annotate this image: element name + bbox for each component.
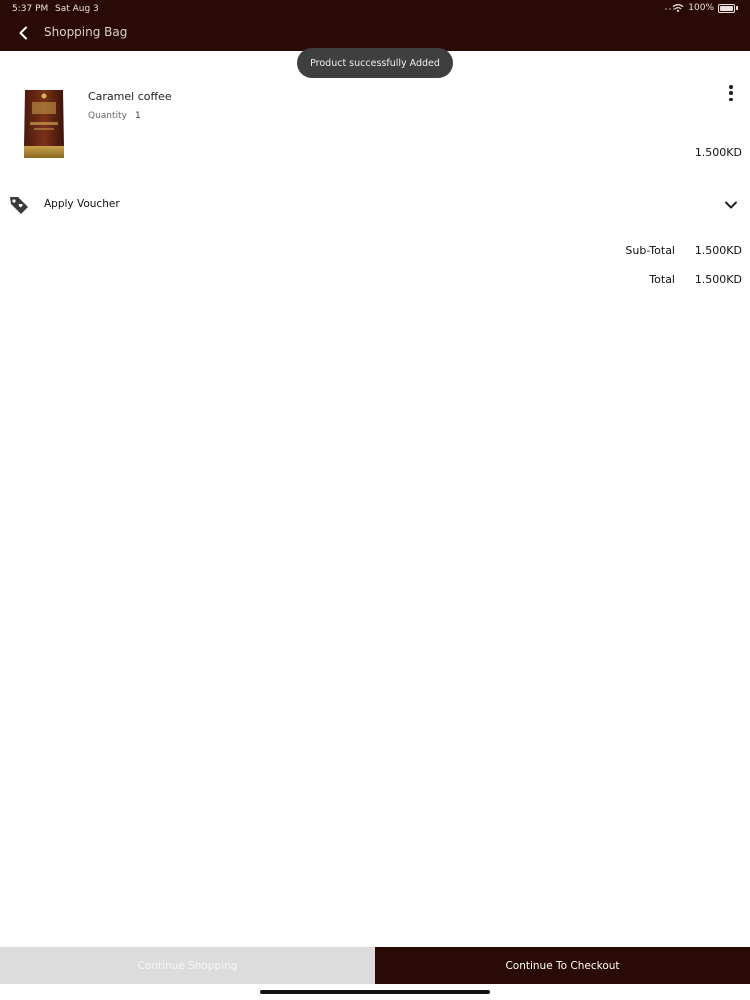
toast-text: Product successfully Added bbox=[310, 57, 440, 69]
total-value: 1.500KD bbox=[694, 273, 742, 286]
page-title: Shopping Bag bbox=[44, 25, 128, 39]
kebab-dot bbox=[729, 91, 733, 95]
kebab-dot bbox=[729, 85, 733, 89]
home-indicator[interactable] bbox=[260, 990, 490, 994]
battery-icon bbox=[718, 3, 738, 13]
item-options-button[interactable] bbox=[723, 84, 739, 102]
product-name: Caramel coffee bbox=[88, 90, 172, 103]
subtotal-label: Sub-Total bbox=[625, 244, 675, 257]
battery-percent: 100% bbox=[688, 3, 714, 13]
tag-icon bbox=[10, 197, 28, 214]
cart-item: Caramel coffee Quantity 1 1.500KD bbox=[0, 80, 750, 170]
chevron-left-icon bbox=[19, 26, 27, 40]
checkout-button[interactable]: Continue To Checkout bbox=[375, 947, 750, 984]
subtotal-row: Sub-Total 1.500KD bbox=[442, 244, 742, 264]
quantity-value: 1 bbox=[135, 111, 141, 121]
top-header: 5:37 PM Sat Aug 3 100% Shopping Bag bbox=[0, 0, 750, 51]
item-price: 1.500KD bbox=[694, 146, 742, 159]
status-time: 5:37 PM bbox=[12, 4, 49, 14]
chevron-down-icon bbox=[725, 201, 737, 209]
product-image[interactable] bbox=[22, 88, 66, 160]
total-row: Total 1.500KD bbox=[442, 273, 742, 293]
continue-shopping-button[interactable]: Continue Shopping bbox=[0, 947, 375, 984]
apply-voucher-toggle[interactable]: Apply Voucher bbox=[0, 190, 750, 220]
wifi-icon bbox=[672, 4, 684, 13]
subtotal-value: 1.500KD bbox=[694, 244, 742, 257]
status-date: Sat Aug 3 bbox=[55, 4, 99, 14]
quantity-label: Quantity bbox=[88, 111, 127, 121]
back-button[interactable] bbox=[14, 24, 32, 42]
bottom-action-bar: Continue Shopping Continue To Checkout bbox=[0, 947, 750, 984]
status-indicators: 100% bbox=[672, 3, 738, 13]
apply-voucher-label: Apply Voucher bbox=[44, 198, 120, 210]
total-label: Total bbox=[649, 273, 675, 286]
kebab-dot bbox=[729, 97, 733, 101]
toast-message: Product successfully Added bbox=[297, 48, 453, 78]
